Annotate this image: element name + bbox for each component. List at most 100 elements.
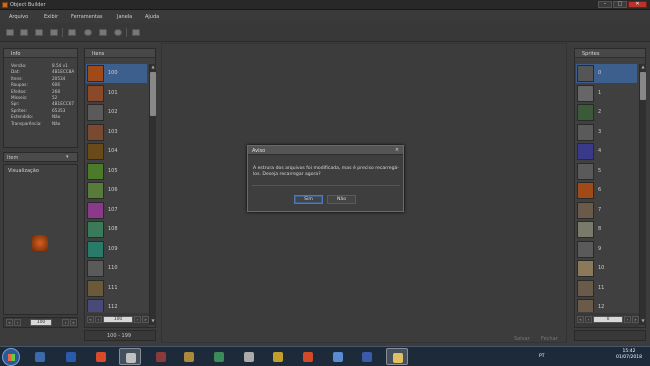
category-select[interactable]: Item ▾	[3, 152, 78, 162]
sprite-row[interactable]: 2	[576, 103, 637, 122]
sprite-row[interactable]: 3	[576, 123, 637, 142]
taskbar-windows-explorer[interactable]	[29, 348, 51, 365]
open-file-icon[interactable]	[20, 29, 28, 36]
menu-janela[interactable]: Janela	[117, 14, 132, 20]
language-indicator[interactable]: PT	[539, 354, 544, 359]
last-icon[interactable]: »	[70, 319, 77, 326]
sprite-thumbnail	[577, 143, 594, 160]
preview-frame-input[interactable]: 100	[30, 319, 52, 326]
taskbar-object-builder[interactable]	[119, 348, 141, 365]
sprites-scrollbar[interactable]: ▲ ▼	[639, 64, 646, 325]
items-scrollbar[interactable]: ▲ ▼	[149, 64, 156, 325]
item-id: 110	[108, 265, 118, 271]
taskbar-app-10[interactable]	[297, 348, 319, 365]
sprite-row[interactable]: 7	[576, 201, 637, 220]
menu-arquivo[interactable]: Arquivo	[9, 14, 28, 20]
sprites-pager: « ‹ 0 › »	[576, 313, 639, 327]
maximize-button[interactable]: □	[613, 1, 627, 8]
item-thumbnail	[87, 182, 104, 199]
sprite-row[interactable]: 10	[576, 259, 637, 278]
dialog-close-icon[interactable]: ×	[393, 147, 401, 154]
taskbar-app-13[interactable]	[386, 348, 408, 365]
save-icon[interactable]	[50, 29, 58, 36]
menu-ajuda[interactable]: Ajuda	[145, 14, 159, 20]
items-page-input[interactable]: 100	[103, 316, 133, 323]
sprite-thumbnail	[577, 201, 594, 219]
search-icon[interactable]	[84, 29, 92, 36]
warning-dialog: Aviso × A estrura dos arquivos foi modif…	[247, 145, 404, 212]
taskbar-app-9[interactable]	[267, 348, 289, 365]
app-9-icon	[273, 352, 283, 362]
minimize-button[interactable]: –	[598, 1, 612, 8]
item-row[interactable]: 102	[86, 103, 147, 122]
sprite-row[interactable]: 5	[576, 162, 637, 181]
animation-editor-icon[interactable]	[99, 29, 107, 36]
info-value: 20534	[52, 75, 66, 81]
item-row[interactable]: 100	[86, 64, 147, 83]
look-type-icon[interactable]	[114, 29, 122, 36]
item-row[interactable]: 109	[86, 240, 147, 259]
sprites-prev-icon[interactable]: ‹	[585, 316, 592, 323]
taskbar: PT 15:42 01/07/2018	[0, 346, 650, 366]
compile-icon[interactable]	[35, 29, 43, 36]
item-row[interactable]: 104	[86, 142, 147, 161]
object-builder-icon	[126, 353, 136, 363]
yes-button[interactable]: Sim	[294, 195, 323, 204]
sprite-row[interactable]: 1	[576, 84, 637, 103]
info-value: 4B1ECC8A	[52, 69, 75, 75]
info-label: Transparência:	[11, 120, 42, 126]
import-icon[interactable]	[68, 29, 76, 36]
taskbar-word[interactable]	[60, 348, 82, 365]
sprites-next-icon[interactable]: ›	[624, 316, 631, 323]
log-window-icon[interactable]	[132, 29, 140, 36]
sprite-row[interactable]: 6	[576, 181, 637, 200]
sprites-last-icon[interactable]: »	[632, 316, 639, 323]
no-button[interactable]: Não	[327, 195, 356, 204]
item-row[interactable]: 107	[86, 201, 147, 220]
sprites-page-input[interactable]: 0	[593, 316, 623, 323]
items-last-icon[interactable]: »	[142, 316, 149, 323]
start-button[interactable]	[2, 348, 20, 366]
item-row[interactable]: 103	[86, 123, 147, 142]
item-thumbnail	[87, 240, 104, 258]
item-row[interactable]: 110	[86, 259, 147, 278]
menu-exibir[interactable]: Exibir	[44, 14, 58, 20]
items-first-icon[interactable]: «	[87, 316, 94, 323]
items-next-icon[interactable]: ›	[134, 316, 141, 323]
sprite-row[interactable]: 0	[576, 64, 637, 83]
item-row[interactable]: 105	[86, 162, 147, 181]
new-file-icon[interactable]	[6, 29, 14, 36]
taskbar-app-12[interactable]	[356, 348, 378, 365]
info-value: 52	[52, 95, 58, 100]
items-prev-icon[interactable]: ‹	[95, 316, 102, 323]
menu-ferramentas[interactable]: Ferramentas	[71, 14, 103, 20]
save-button[interactable]: Salvar	[514, 336, 530, 342]
sprite-row[interactable]: 9	[576, 240, 637, 259]
title-bar: Object Builder – □ ✕	[0, 0, 650, 10]
next-icon[interactable]: ›	[62, 319, 69, 326]
taskbar-app-6[interactable]	[178, 348, 200, 365]
first-icon[interactable]: «	[6, 319, 13, 326]
window-title: Object Builder	[10, 2, 46, 8]
item-row[interactable]: 108	[86, 220, 147, 239]
item-row[interactable]: 111	[86, 279, 147, 298]
sprite-row[interactable]: 11	[576, 279, 637, 298]
taskbar-chrome[interactable]	[90, 348, 112, 365]
sprites-title: Sprites	[575, 49, 645, 58]
taskbar-app-7[interactable]	[208, 348, 230, 365]
sprites-first-icon[interactable]: «	[577, 316, 584, 323]
sprite-row[interactable]: 8	[576, 220, 637, 239]
taskbar-app-11[interactable]	[327, 348, 349, 365]
close-button[interactable]: Fechar	[541, 336, 558, 342]
item-row[interactable]: 106	[86, 181, 147, 200]
sprite-row[interactable]: 12	[576, 298, 637, 312]
sprite-row[interactable]: 4	[576, 142, 637, 161]
taskbar-app-8[interactable]	[238, 348, 260, 365]
item-row[interactable]: 112	[86, 298, 147, 312]
taskbar-app-5[interactable]	[150, 348, 172, 365]
prev-icon[interactable]: ‹	[14, 319, 21, 326]
sprites-footer	[574, 330, 646, 341]
close-window-button[interactable]: ✕	[628, 1, 647, 8]
item-row[interactable]: 101	[86, 84, 147, 103]
clock[interactable]: 15:42 01/07/2018	[612, 349, 646, 361]
